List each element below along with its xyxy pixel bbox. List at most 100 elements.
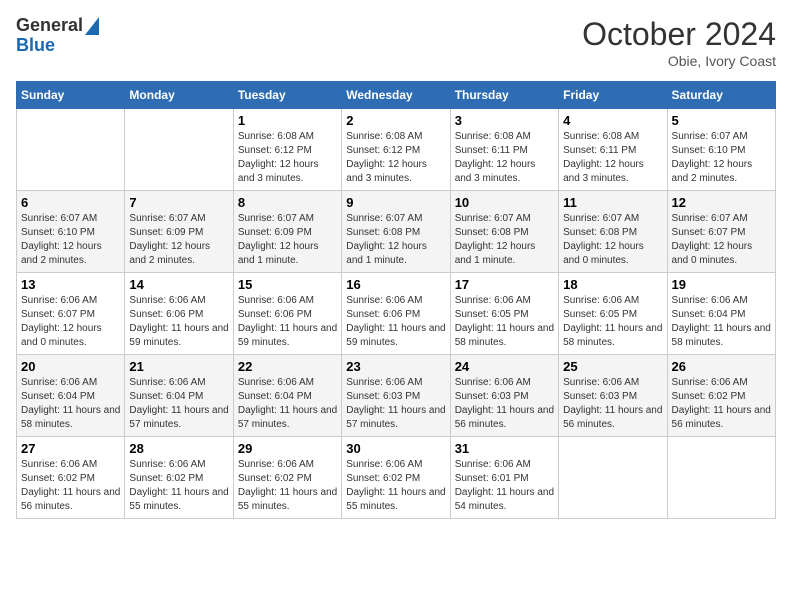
calendar-day-cell: 24 Sunrise: 6:06 AM Sunset: 6:03 PM Dayli… xyxy=(450,355,558,437)
day-number: 2 xyxy=(346,113,445,128)
calendar-day-cell: 20Sunrise: 6:06 AM Sunset: 6:04 PM Dayli… xyxy=(17,355,125,437)
month-title: October 2024 xyxy=(582,16,776,53)
day-number: 11 xyxy=(563,195,662,210)
day-of-week-header: Wednesday xyxy=(342,82,450,109)
calendar-day-cell: 21 Sunrise: 6:06 AM Sunset: 6:04 PM Dayli… xyxy=(125,355,233,437)
day-info: Sunrise: 6:07 AM Sunset: 6:10 PM Dayligh… xyxy=(21,212,120,268)
day-number: 12 xyxy=(672,195,771,210)
day-info: Sunrise: 6:06 AM Sunset: 6:04 PM Dayligh… xyxy=(238,376,337,432)
day-number: 15 xyxy=(238,277,337,292)
day-info: Sunrise: 6:06 AM Sunset: 6:04 PM Dayligh… xyxy=(129,376,228,432)
calendar-day-cell: 6 Sunrise: 6:07 AM Sunset: 6:10 PM Daylig… xyxy=(17,191,125,273)
calendar-day-cell xyxy=(17,109,125,191)
day-info: Sunrise: 6:07 AM Sunset: 6:08 PM Dayligh… xyxy=(563,212,662,268)
day-number: 26 xyxy=(672,359,771,374)
day-number: 24 xyxy=(455,359,554,374)
day-number: 25 xyxy=(563,359,662,374)
day-info: Sunrise: 6:07 AM Sunset: 6:07 PM Dayligh… xyxy=(672,212,771,268)
day-number: 21 xyxy=(129,359,228,374)
title-section: October 2024 Obie, Ivory Coast xyxy=(582,16,776,69)
day-info: Sunrise: 6:06 AM Sunset: 6:03 PM Dayligh… xyxy=(455,376,554,432)
day-info: Sunrise: 6:06 AM Sunset: 6:03 PM Dayligh… xyxy=(346,376,445,432)
day-number: 13 xyxy=(21,277,120,292)
calendar-day-cell xyxy=(559,437,667,519)
calendar-day-cell: 12 Sunrise: 6:07 AM Sunset: 6:07 PM Dayli… xyxy=(667,191,775,273)
day-info: Sunrise: 6:06 AM Sunset: 6:01 PM Dayligh… xyxy=(455,458,554,514)
day-info: Sunrise: 6:06 AM Sunset: 6:05 PM Dayligh… xyxy=(563,294,662,350)
day-info: Sunrise: 6:06 AM Sunset: 6:06 PM Dayligh… xyxy=(346,294,445,350)
day-info: Sunrise: 6:08 AM Sunset: 6:11 PM Dayligh… xyxy=(455,130,554,186)
calendar-day-cell: 11 Sunrise: 6:07 AM Sunset: 6:08 PM Dayli… xyxy=(559,191,667,273)
day-info: Sunrise: 6:08 AM Sunset: 6:12 PM Dayligh… xyxy=(346,130,445,186)
calendar-week-row: 6 Sunrise: 6:07 AM Sunset: 6:10 PM Daylig… xyxy=(17,191,776,273)
day-number: 1 xyxy=(238,113,337,128)
calendar-day-cell: 19 Sunrise: 6:06 AM Sunset: 6:04 PM Dayli… xyxy=(667,273,775,355)
day-number: 10 xyxy=(455,195,554,210)
calendar-table: SundayMondayTuesdayWednesdayThursdayFrid… xyxy=(16,81,776,519)
day-of-week-header: Thursday xyxy=(450,82,558,109)
day-info: Sunrise: 6:07 AM Sunset: 6:10 PM Dayligh… xyxy=(672,130,771,186)
day-info: Sunrise: 6:08 AM Sunset: 6:11 PM Dayligh… xyxy=(563,130,662,186)
calendar-week-row: 27 Sunrise: 6:06 AM Sunset: 6:02 PM Dayli… xyxy=(17,437,776,519)
day-info: Sunrise: 6:06 AM Sunset: 6:02 PM Dayligh… xyxy=(346,458,445,514)
day-info: Sunrise: 6:06 AM Sunset: 6:06 PM Dayligh… xyxy=(238,294,337,350)
calendar-day-cell: 10Sunrise: 6:07 AM Sunset: 6:08 PM Dayli… xyxy=(450,191,558,273)
day-info: Sunrise: 6:07 AM Sunset: 6:09 PM Dayligh… xyxy=(238,212,337,268)
day-info: Sunrise: 6:06 AM Sunset: 6:03 PM Dayligh… xyxy=(563,376,662,432)
day-number: 19 xyxy=(672,277,771,292)
calendar-day-cell: 15 Sunrise: 6:06 AM Sunset: 6:06 PM Dayli… xyxy=(233,273,341,355)
calendar-day-cell: 26 Sunrise: 6:06 AM Sunset: 6:02 PM Dayli… xyxy=(667,355,775,437)
day-info: Sunrise: 6:06 AM Sunset: 6:05 PM Dayligh… xyxy=(455,294,554,350)
day-number: 4 xyxy=(563,113,662,128)
day-number: 16 xyxy=(346,277,445,292)
page-header: General Blue October 2024 Obie, Ivory Co… xyxy=(16,16,776,69)
day-info: Sunrise: 6:06 AM Sunset: 6:02 PM Dayligh… xyxy=(238,458,337,514)
calendar-week-row: 20Sunrise: 6:06 AM Sunset: 6:04 PM Dayli… xyxy=(17,355,776,437)
day-info: Sunrise: 6:08 AM Sunset: 6:12 PM Dayligh… xyxy=(238,130,337,186)
calendar-day-cell: 3Sunrise: 6:08 AM Sunset: 6:11 PM Daylig… xyxy=(450,109,558,191)
day-number: 9 xyxy=(346,195,445,210)
calendar-day-cell: 14Sunrise: 6:06 AM Sunset: 6:06 PM Dayli… xyxy=(125,273,233,355)
day-of-week-header: Monday xyxy=(125,82,233,109)
day-number: 8 xyxy=(238,195,337,210)
day-number: 23 xyxy=(346,359,445,374)
day-info: Sunrise: 6:06 AM Sunset: 6:04 PM Dayligh… xyxy=(672,294,771,350)
calendar-day-cell: 25 Sunrise: 6:06 AM Sunset: 6:03 PM Dayli… xyxy=(559,355,667,437)
calendar-day-cell: 5 Sunrise: 6:07 AM Sunset: 6:10 PM Daylig… xyxy=(667,109,775,191)
day-info: Sunrise: 6:06 AM Sunset: 6:02 PM Dayligh… xyxy=(129,458,228,514)
calendar-week-row: 13 Sunrise: 6:06 AM Sunset: 6:07 PM Dayli… xyxy=(17,273,776,355)
calendar-day-cell: 9 Sunrise: 6:07 AM Sunset: 6:08 PM Daylig… xyxy=(342,191,450,273)
logo-general: General xyxy=(16,16,83,36)
calendar-day-cell: 8 Sunrise: 6:07 AM Sunset: 6:09 PM Daylig… xyxy=(233,191,341,273)
calendar-day-cell: 29Sunrise: 6:06 AM Sunset: 6:02 PM Dayli… xyxy=(233,437,341,519)
day-number: 6 xyxy=(21,195,120,210)
day-number: 28 xyxy=(129,441,228,456)
day-info: Sunrise: 6:06 AM Sunset: 6:02 PM Dayligh… xyxy=(21,458,120,514)
day-info: Sunrise: 6:07 AM Sunset: 6:09 PM Dayligh… xyxy=(129,212,228,268)
calendar-day-cell: 22Sunrise: 6:06 AM Sunset: 6:04 PM Dayli… xyxy=(233,355,341,437)
day-number: 18 xyxy=(563,277,662,292)
day-number: 5 xyxy=(672,113,771,128)
calendar-day-cell: 4 Sunrise: 6:08 AM Sunset: 6:11 PM Daylig… xyxy=(559,109,667,191)
day-number: 7 xyxy=(129,195,228,210)
calendar-day-cell: 16 Sunrise: 6:06 AM Sunset: 6:06 PM Dayli… xyxy=(342,273,450,355)
calendar-day-cell: 28 Sunrise: 6:06 AM Sunset: 6:02 PM Dayli… xyxy=(125,437,233,519)
calendar-day-cell: 7 Sunrise: 6:07 AM Sunset: 6:09 PM Daylig… xyxy=(125,191,233,273)
calendar-header-row: SundayMondayTuesdayWednesdayThursdayFrid… xyxy=(17,82,776,109)
calendar-day-cell: 30 Sunrise: 6:06 AM Sunset: 6:02 PM Dayli… xyxy=(342,437,450,519)
day-of-week-header: Saturday xyxy=(667,82,775,109)
location: Obie, Ivory Coast xyxy=(582,53,776,69)
calendar-week-row: 1 Sunrise: 6:08 AM Sunset: 6:12 PM Daylig… xyxy=(17,109,776,191)
day-info: Sunrise: 6:06 AM Sunset: 6:02 PM Dayligh… xyxy=(672,376,771,432)
day-info: Sunrise: 6:07 AM Sunset: 6:08 PM Dayligh… xyxy=(346,212,445,268)
calendar-day-cell: 13 Sunrise: 6:06 AM Sunset: 6:07 PM Dayli… xyxy=(17,273,125,355)
day-of-week-header: Friday xyxy=(559,82,667,109)
day-info: Sunrise: 6:06 AM Sunset: 6:07 PM Dayligh… xyxy=(21,294,120,350)
calendar-day-cell: 18 Sunrise: 6:06 AM Sunset: 6:05 PM Dayli… xyxy=(559,273,667,355)
day-number: 30 xyxy=(346,441,445,456)
calendar-day-cell: 27 Sunrise: 6:06 AM Sunset: 6:02 PM Dayli… xyxy=(17,437,125,519)
calendar-day-cell xyxy=(125,109,233,191)
day-of-week-header: Tuesday xyxy=(233,82,341,109)
day-number: 27 xyxy=(21,441,120,456)
logo-icon xyxy=(85,17,99,35)
